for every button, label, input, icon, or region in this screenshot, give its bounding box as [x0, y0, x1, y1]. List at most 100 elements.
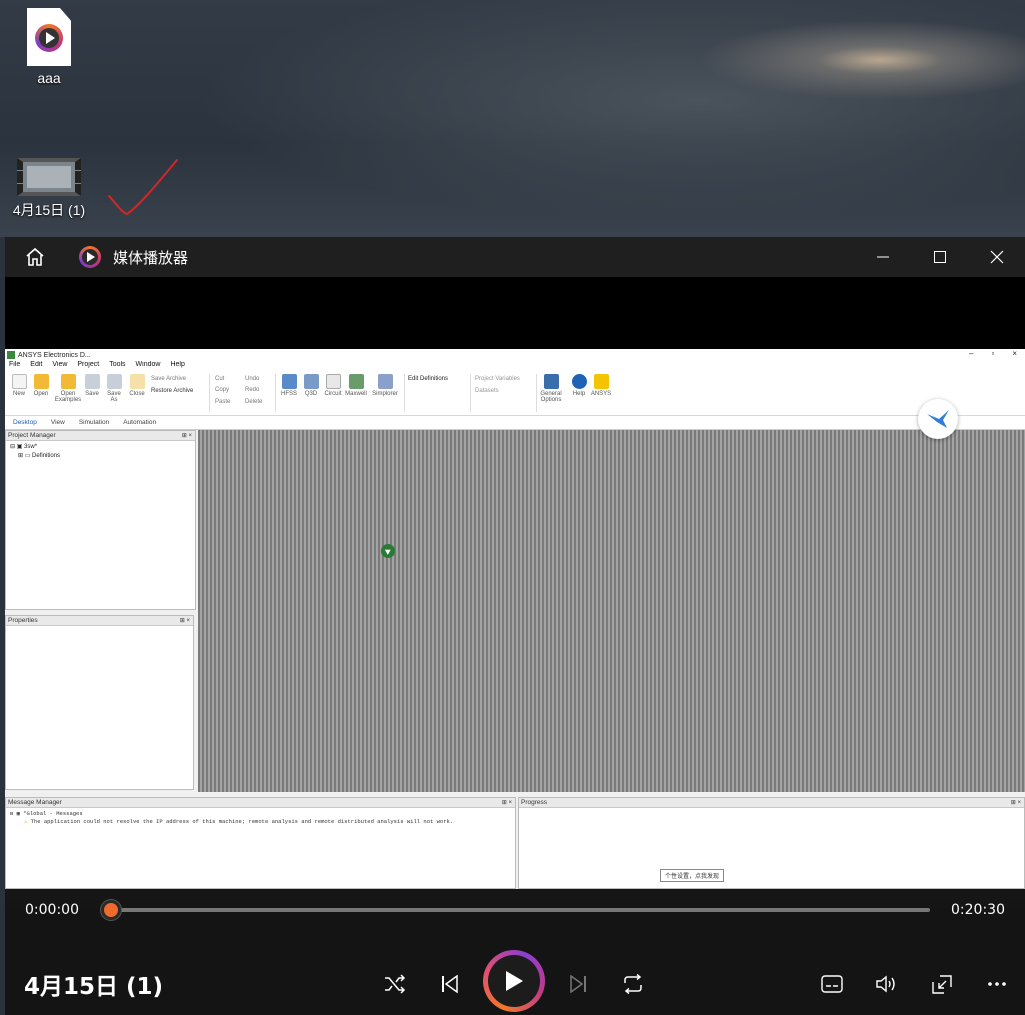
tab-automation: Automation — [123, 419, 157, 426]
tab-view: View — [50, 419, 65, 426]
more-options-button[interactable] — [982, 970, 1012, 998]
ribbon-restore-archive: Restore Archive — [151, 388, 194, 394]
ribbon-save: Save — [81, 374, 103, 397]
project-manager-panel: Project Manager ⊞ × ⊟ ▣ 3sw* ⊞ ▭ Definiti… — [5, 430, 196, 610]
menu-project: Project — [77, 361, 100, 368]
subtitles-button[interactable] — [817, 970, 847, 998]
menu-window: Window — [135, 361, 161, 368]
ribbon-ansys: ANSYS — [590, 374, 612, 397]
volume-icon — [876, 975, 895, 993]
ribbon-undo: Undo — [245, 376, 260, 382]
desktop-background: aaa 4月15日 (1) — [0, 0, 1025, 237]
ribbon-datasets: Datasets — [475, 388, 499, 394]
desktop-icon-aaa[interactable]: aaa — [14, 8, 84, 86]
more-icon — [988, 982, 1006, 986]
seek-bar[interactable] — [111, 908, 930, 912]
bird-assistant-icon — [918, 399, 958, 439]
ribbon-simplorer: Simplorer — [371, 374, 399, 397]
ribbon-general-options: General Options — [538, 374, 564, 403]
minimize-button[interactable] — [854, 237, 911, 277]
ribbon-edit-definitions: Edit Definitions — [408, 376, 449, 382]
ribbon-cut: Cut — [215, 376, 225, 382]
subtitles-icon — [821, 975, 843, 993]
message-manager-title: Message Manager — [8, 799, 62, 806]
media-player-window: 媒体播放器 ANSYS Electronics D... – ▫ × File Ed… — [5, 237, 1025, 1015]
close-icon — [990, 250, 1003, 264]
close-button[interactable] — [968, 237, 1025, 277]
menu-view: View — [52, 361, 68, 368]
play-button[interactable] — [483, 950, 545, 1012]
mini-player-icon — [932, 975, 952, 994]
seek-knob[interactable] — [101, 900, 121, 920]
next-icon — [570, 975, 586, 993]
volume-button[interactable] — [872, 970, 902, 998]
cursor-indicator-icon — [381, 544, 395, 558]
mini-player-button[interactable] — [927, 970, 957, 998]
progress-panel: Progress ⊞ × — [518, 797, 1025, 889]
desktop-icon-video[interactable]: 4月15日 (1) — [6, 158, 92, 220]
progress-title: Progress — [521, 799, 548, 806]
ribbon-maxwell: Maxwell — [345, 374, 367, 397]
tab-desktop: Desktop — [13, 419, 37, 426]
app-title: 媒体播放器 — [113, 248, 189, 267]
ribbon-open: Open — [30, 374, 52, 397]
next-button[interactable] — [564, 970, 592, 998]
ribbon-paste: Paste — [215, 399, 231, 405]
time-current: 0:00:00 — [25, 902, 79, 918]
video-frame[interactable]: ANSYS Electronics D... – ▫ × File Edit Vie… — [5, 349, 1025, 889]
repeat-button[interactable] — [619, 970, 647, 998]
ansys-title-bar: ANSYS Electronics D... – ▫ × — [5, 349, 1025, 361]
ribbon-delete: Delete — [245, 399, 263, 405]
maximize-icon — [933, 251, 946, 263]
ribbon-copy: Copy — [215, 387, 230, 393]
shuffle-icon — [385, 974, 406, 994]
properties-title: Properties — [8, 617, 38, 624]
project-tree-root: ⊟ ▣ 3sw* — [10, 444, 38, 450]
maximize-button[interactable] — [911, 237, 968, 277]
desktop-icon-label: aaa — [37, 70, 61, 86]
menu-edit: Edit — [30, 361, 43, 368]
home-icon — [26, 247, 44, 266]
menu-file: File — [9, 361, 21, 368]
play-icon — [506, 971, 523, 991]
previous-icon — [442, 975, 458, 993]
title-bar: 媒体播放器 — [5, 237, 1025, 277]
ribbon-save-as: Save As — [103, 374, 125, 403]
media-file-icon — [27, 8, 71, 66]
minimize-icon — [876, 256, 889, 258]
previous-button[interactable] — [436, 970, 464, 998]
ribbon-new: New — [8, 374, 30, 397]
home-button[interactable] — [5, 237, 65, 277]
video-file-icon — [17, 158, 81, 196]
ribbon-open-examples: Open Examples — [54, 374, 82, 403]
ribbon-help: Help — [568, 374, 590, 397]
message-group: ⊟ ▣ *Global - Messages — [10, 810, 83, 817]
ansys-window-title: ANSYS Electronics D... — [18, 351, 91, 359]
ansys-logo-icon — [7, 351, 15, 359]
repeat-icon — [624, 974, 642, 994]
ribbon-q3d: Q3D — [300, 374, 322, 397]
ribbon-project-variables: Project Variables — [475, 376, 520, 382]
tab-simulation: Simulation — [78, 419, 110, 426]
ribbon-hfss: HFSS — [278, 374, 300, 397]
project-manager-title: Project Manager — [8, 432, 56, 439]
message-warning: ⚠ The application could not resolve the … — [24, 818, 454, 825]
modeler-canvas — [198, 430, 1025, 792]
menu-tools: Tools — [109, 361, 126, 368]
ansys-menu-bar: File Edit View Project Tools Window Help — [5, 361, 1025, 372]
ansys-tabs: Desktop View Simulation Automation — [5, 416, 1025, 430]
menu-help: Help — [170, 361, 185, 368]
ansys-ribbon: New Open Open Examples Save Save As Clos… — [5, 372, 1025, 416]
message-manager-panel: Message Manager ⊞ × ⊟ ▣ *Global - Message… — [5, 797, 516, 889]
ime-tooltip: 个性设置，点我发现 — [660, 869, 725, 882]
ribbon-close: Close — [126, 374, 148, 397]
project-tree-definitions: ⊞ ▭ Definitions — [18, 453, 61, 459]
red-checkmark — [108, 159, 178, 216]
media-title: 4月15日 (1) — [24, 974, 164, 1000]
desktop-icon-label: 4月15日 (1) — [12, 202, 86, 218]
ribbon-circuit: Circuit — [322, 374, 344, 397]
media-player-logo-icon — [79, 246, 101, 268]
shuffle-button[interactable] — [381, 970, 409, 998]
ribbon-redo: Redo — [245, 387, 260, 393]
time-total: 0:20:30 — [951, 902, 1005, 918]
